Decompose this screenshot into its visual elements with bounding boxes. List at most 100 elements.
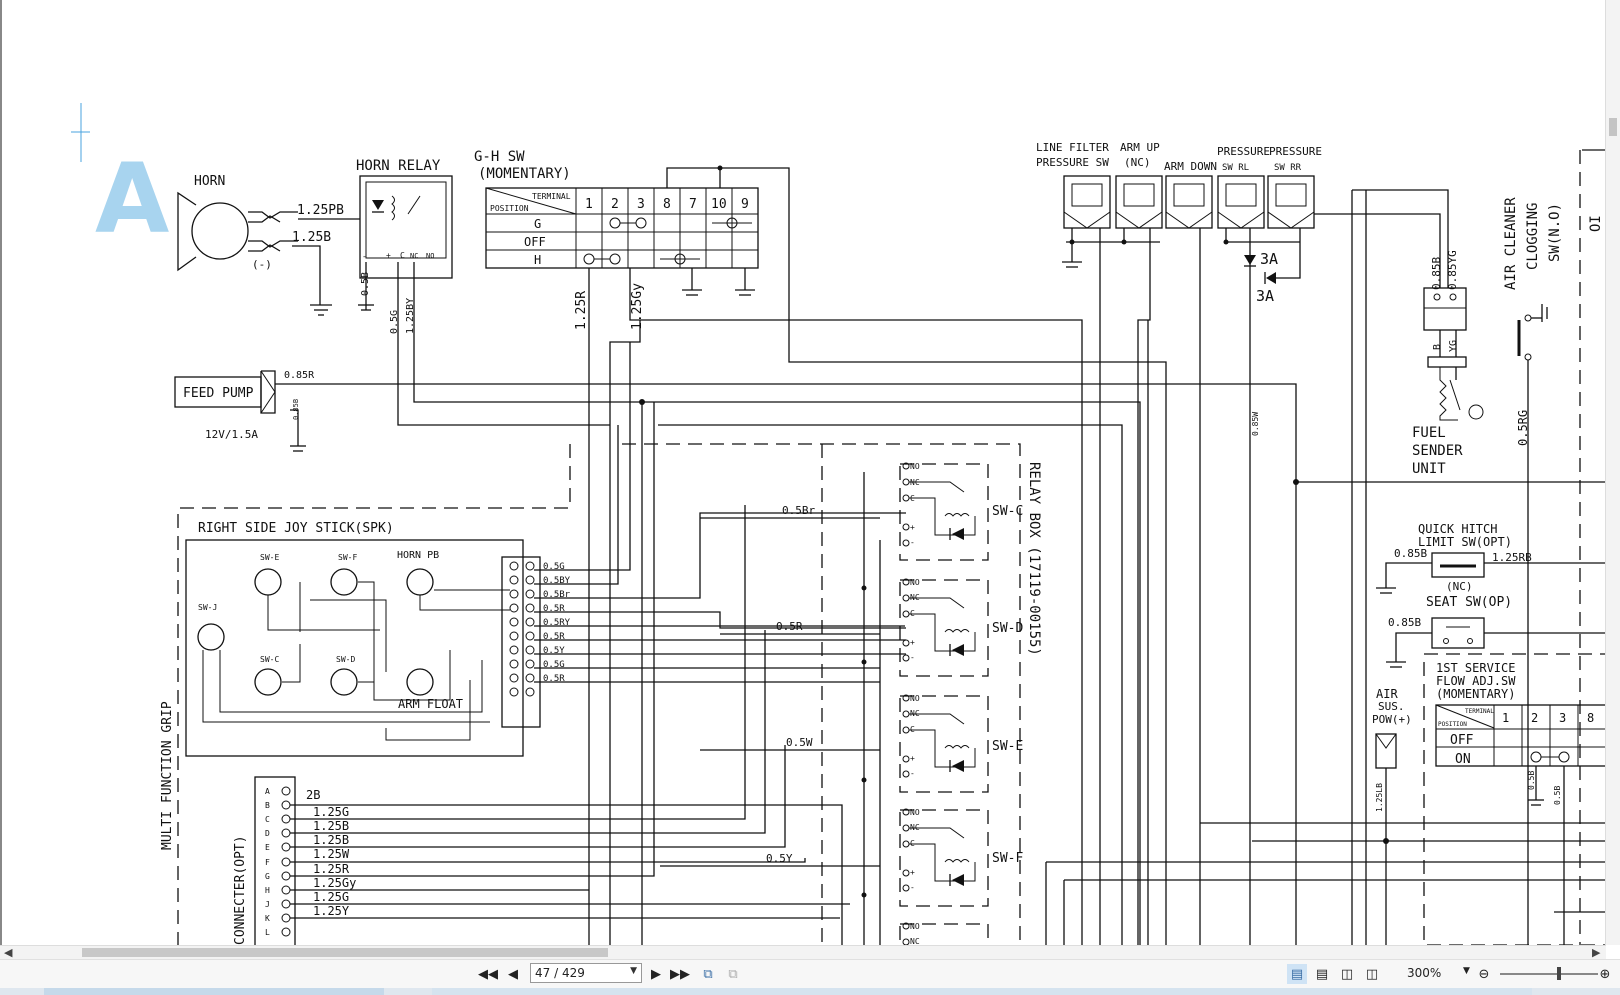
svg-text:3: 3 — [1559, 711, 1566, 725]
svg-text:SW-J: SW-J — [198, 603, 217, 612]
svg-text:SW-F: SW-F — [992, 851, 1023, 866]
connector: CONNECTER(OPT) A B C D E F G H J K L 2B … — [233, 402, 850, 945]
svg-text:SW-F: SW-F — [338, 553, 357, 562]
svg-text:H: H — [265, 886, 270, 895]
svg-text:1.25R: 1.25R — [313, 862, 350, 876]
svg-text:OI: OI — [1588, 215, 1604, 232]
vertical-scroll-thumb[interactable] — [1609, 118, 1617, 136]
svg-text:C: C — [265, 815, 270, 824]
first-page-icon[interactable]: ◀◀ — [478, 964, 498, 984]
svg-text:SW-E: SW-E — [260, 553, 279, 562]
svg-text:1.25Y: 1.25Y — [313, 904, 350, 918]
svg-text:YG: YG — [1448, 340, 1459, 352]
svg-text:1.25B: 1.25B — [313, 833, 349, 847]
svg-text:LIMIT SW(OPT): LIMIT SW(OPT) — [1418, 535, 1512, 549]
zoom-slider[interactable] — [1500, 973, 1598, 975]
zoom-level[interactable]: 300% — [1407, 966, 1441, 980]
scroll-left-arrow-icon[interactable]: ◀ — [4, 946, 12, 959]
svg-text:OFF: OFF — [524, 235, 546, 249]
svg-text:SW RR: SW RR — [1274, 163, 1302, 173]
svg-text:OFF: OFF — [1450, 733, 1474, 748]
two-page-continuous-view-icon[interactable]: ◫ — [1362, 964, 1382, 984]
svg-text:(MOMENTARY): (MOMENTARY) — [1436, 687, 1515, 701]
taskbar-strip — [0, 988, 1620, 995]
horn-wire-2: 1.25B — [292, 230, 331, 245]
vertical-scrollbar[interactable] — [1605, 0, 1620, 945]
svg-text:J: J — [265, 900, 270, 909]
continuous-view-icon[interactable]: ▤ — [1312, 964, 1332, 984]
svg-text:LINE FILTER: LINE FILTER — [1036, 141, 1109, 154]
svg-text:+: + — [910, 638, 915, 647]
svg-text:1.25LB: 1.25LB — [1375, 783, 1384, 812]
single-page-view-icon[interactable]: ▤ — [1287, 964, 1307, 984]
horn-title: HORN — [194, 174, 225, 189]
insert-page-icon[interactable]: ⧉ — [698, 964, 718, 984]
chevron-down-icon[interactable]: ▼ — [630, 966, 637, 976]
svg-text:NO: NO — [910, 578, 920, 587]
svg-text:K: K — [265, 914, 270, 923]
page-number-input[interactable]: 47 / 429 ▼ — [530, 963, 642, 983]
svg-text:NO: NO — [910, 694, 920, 703]
svg-text:2B: 2B — [306, 788, 320, 802]
svg-text:0.85W: 0.85W — [1251, 412, 1260, 436]
svg-text:ARM DOWN: ARM DOWN — [1164, 160, 1217, 173]
two-page-view-icon[interactable]: ◫ — [1337, 964, 1357, 984]
svg-text:-: - — [910, 538, 915, 547]
svg-text:0.5Y: 0.5Y — [766, 852, 793, 865]
svg-text:SEAT SW(OP): SEAT SW(OP) — [1426, 595, 1512, 610]
extract-page-icon[interactable]: ⧉ — [723, 964, 743, 984]
svg-text:1: 1 — [585, 197, 593, 212]
svg-text:SENDER: SENDER — [1412, 443, 1463, 459]
svg-text:+: + — [910, 523, 915, 532]
svg-text:ARM UP: ARM UP — [1120, 141, 1160, 154]
air-sus-pow: AIR SUS. POW(+) 1.25LB — [1252, 687, 1606, 945]
svg-text:1.25R: 1.25R — [574, 291, 589, 330]
svg-text:2: 2 — [611, 197, 619, 212]
svg-text:9: 9 — [741, 197, 749, 212]
multi-function-grip-frame: MULTI FUNCTION GRIP — [160, 443, 1021, 945]
svg-text:ON: ON — [1455, 752, 1471, 767]
svg-text:0.85YG: 0.85YG — [1446, 250, 1459, 290]
zoom-slider-handle[interactable] — [1557, 967, 1561, 980]
zoom-out-icon[interactable]: ⊖ — [1474, 964, 1494, 984]
svg-text:AIR: AIR — [1376, 687, 1398, 701]
svg-text:RELAY BOX (17119-00155): RELAY BOX (17119-00155) — [1026, 462, 1042, 656]
svg-text:CONNECTER(OPT): CONNECTER(OPT) — [233, 835, 248, 945]
svg-text:1.25G: 1.25G — [313, 805, 349, 819]
horizontal-scroll-thumb[interactable] — [82, 948, 608, 957]
svg-text:+: + — [910, 754, 915, 763]
horn-ground-label: (-) — [252, 258, 272, 271]
svg-text:8: 8 — [663, 197, 671, 212]
svg-text:SW(N.O): SW(N.O) — [1547, 203, 1563, 262]
zoom-dropdown-icon[interactable]: ▼ — [1463, 966, 1470, 976]
svg-text:CLOGGING: CLOGGING — [1525, 203, 1541, 270]
previous-page-icon[interactable]: ◀ — [503, 964, 523, 984]
svg-text:0.5W: 0.5W — [786, 736, 813, 749]
svg-text:1.25Gy: 1.25Gy — [313, 876, 356, 890]
svg-text:NO: NO — [910, 462, 920, 471]
svg-text:G: G — [534, 217, 541, 231]
horizontal-scrollbar[interactable]: ◀ ▶ — [0, 945, 1606, 959]
svg-text:HORN PB: HORN PB — [397, 550, 439, 561]
svg-text:PRESSURE SW: PRESSURE SW — [1036, 156, 1109, 169]
next-page-icon[interactable]: ▶ — [646, 964, 666, 984]
document-viewport[interactable]: A HORN (-) 1.25PB 1.25B HORN RELAY - + C… — [0, 0, 1620, 945]
svg-text:12V/1.5A: 12V/1.5A — [205, 428, 258, 441]
svg-text:SW-E: SW-E — [992, 739, 1023, 754]
svg-text:(NC): (NC) — [1446, 580, 1473, 593]
svg-text:POSITION: POSITION — [490, 204, 529, 213]
last-page-icon[interactable]: ▶▶ — [670, 964, 690, 984]
zoom-in-icon[interactable]: ⊕ — [1595, 964, 1615, 984]
svg-text:1: 1 — [1502, 711, 1509, 725]
svg-text:3A: 3A — [1260, 250, 1278, 268]
svg-text:SW-C: SW-C — [260, 655, 279, 664]
first-service-flow-adj-sw: 1ST SERVICE FLOW ADJ.SW (MOMENTARY) TERM… — [1423, 653, 1606, 945]
svg-text:SUS.: SUS. — [1378, 700, 1405, 713]
scroll-right-arrow-icon[interactable]: ▶ — [1592, 946, 1600, 959]
svg-text:0.5B: 0.5B — [1553, 786, 1562, 805]
seat-sw: SEAT SW(OP) 0.85B — [1386, 595, 1606, 668]
svg-text:NO: NO — [910, 808, 920, 817]
svg-text:1.25B: 1.25B — [313, 819, 349, 833]
svg-text:1.25RB: 1.25RB — [1492, 551, 1532, 564]
svg-text:SW-D: SW-D — [336, 655, 355, 664]
